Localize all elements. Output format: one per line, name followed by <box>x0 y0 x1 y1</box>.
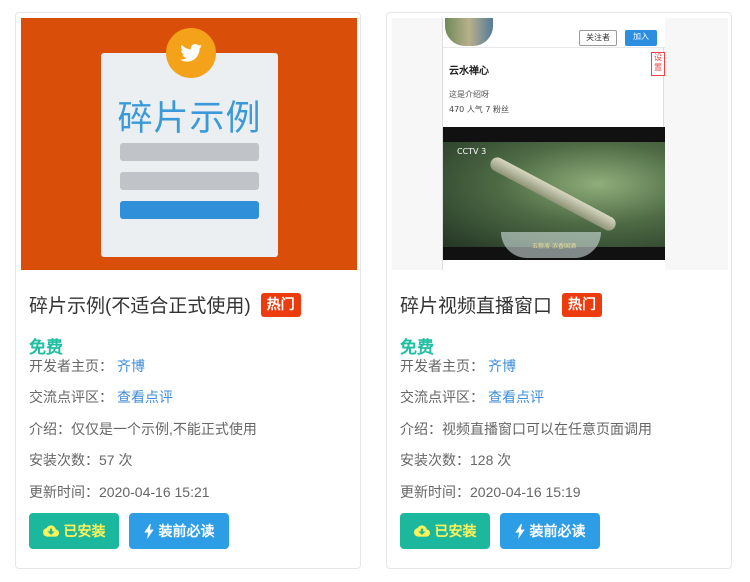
thumbnail-submit-bar <box>120 201 259 219</box>
thumbnail-art-title: 碎片示例 <box>117 99 262 139</box>
plugin-thumbnail[interactable]: 关注者 加入 设置 云水禅心 这是介绍呀 470 人气 7 粉丝 CCTV 3 … <box>392 18 728 270</box>
installed-button[interactable]: 已安装 <box>400 513 490 549</box>
thumbnail-side-tag: 设置 <box>651 52 665 76</box>
read-button-label: 装前必读 <box>529 523 586 539</box>
developer-row: 开发者主页： 齐博 <box>29 356 145 376</box>
developer-link[interactable]: 齐博 <box>117 358 145 374</box>
review-row: 交流点评区： 查看点评 <box>29 387 173 407</box>
installed-button-label: 已安装 <box>434 523 477 539</box>
thumbnail-input-bar <box>120 143 259 161</box>
avatar <box>445 18 493 46</box>
review-label: 交流点评区： <box>400 389 484 405</box>
price-label: 免费 <box>29 338 63 358</box>
thumbnail-input-bar <box>120 172 259 190</box>
thumbnail-topbar: 关注者 加入 <box>443 18 665 48</box>
plugin-title[interactable]: 碎片示例(不适合正式使用) <box>29 291 251 318</box>
developer-label: 开发者主页： <box>29 358 113 374</box>
developer-label: 开发者主页： <box>400 358 484 374</box>
installed-button-label: 已安装 <box>63 523 106 539</box>
plugin-card: 关注者 加入 设置 云水禅心 这是介绍呀 470 人气 7 粉丝 CCTV 3 … <box>386 12 732 569</box>
thumbnail-name: 云水禅心 <box>449 66 489 77</box>
review-label: 交流点评区： <box>29 389 113 405</box>
hot-badge: 热门 <box>260 292 301 317</box>
thumbnail-stats: 470 人气 7 粉丝 <box>449 105 509 114</box>
thumbnail-join-button: 加入 <box>625 30 657 46</box>
twitter-bird-icon <box>166 28 216 78</box>
review-link[interactable]: 查看点评 <box>117 389 173 405</box>
hot-badge: 热门 <box>562 292 603 317</box>
plugin-card: 碎片示例 碎片示例(不适合正式使用) 热门 免费 开发者主页： 齐博 交流点评区：… <box>15 12 361 569</box>
plugin-thumbnail[interactable]: 碎片示例 <box>21 18 357 270</box>
developer-row: 开发者主页： 齐博 <box>400 356 516 376</box>
update-time: 更新时间：2020-04-16 15:19 <box>400 484 581 500</box>
developer-link[interactable]: 齐博 <box>488 358 516 374</box>
bamboo-tube <box>487 154 619 234</box>
review-link[interactable]: 查看点评 <box>488 389 544 405</box>
installed-button[interactable]: 已安装 <box>29 513 119 549</box>
price-label: 免费 <box>400 338 434 358</box>
video-scene <box>443 142 665 258</box>
read-button-label: 装前必读 <box>158 523 215 539</box>
intro-text: 介绍：视频直播窗口可以在任意页面调用 <box>400 421 652 437</box>
plugin-title[interactable]: 碎片视频直播窗口 <box>400 291 552 318</box>
cloud-download-icon <box>42 525 59 537</box>
install-count: 安装次数：57 次 <box>29 452 133 468</box>
thumbnail-intro: 这是介绍呀 <box>449 90 489 99</box>
lightning-icon <box>514 523 525 539</box>
thumbnail-follow-button: 关注者 <box>579 30 617 46</box>
review-row: 交流点评区： 查看点评 <box>400 387 544 407</box>
plugin-title-row: 碎片示例(不适合正式使用) 热门 <box>29 291 301 318</box>
thumbnail-video: CCTV 3 五粮液 浓香国酒 <box>443 127 665 260</box>
thumbnail-screenshot: 关注者 加入 设置 云水禅心 这是介绍呀 470 人气 7 粉丝 CCTV 3 … <box>442 18 665 270</box>
video-caption: 五粮液 浓香国酒 <box>532 243 576 250</box>
thumbnail-bottom-strip <box>443 260 665 270</box>
lightning-icon <box>143 523 154 539</box>
cloud-download-icon <box>413 525 430 537</box>
channel-logo: CCTV 3 <box>457 147 487 156</box>
install-count: 安装次数：128 次 <box>400 452 512 468</box>
read-before-install-button[interactable]: 装前必读 <box>129 513 229 549</box>
update-time: 更新时间：2020-04-16 15:21 <box>29 484 210 500</box>
intro-text: 介绍：仅仅是一个示例,不能正式使用 <box>29 421 257 437</box>
plugin-title-row: 碎片视频直播窗口 热门 <box>400 291 603 318</box>
read-before-install-button[interactable]: 装前必读 <box>500 513 600 549</box>
